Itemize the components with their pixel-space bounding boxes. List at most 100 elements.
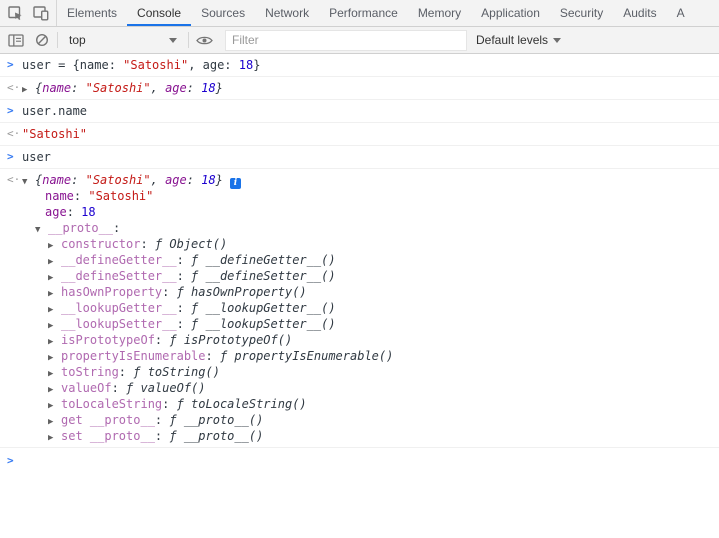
console-text: ƒ Object()	[155, 237, 227, 251]
console-text: ,	[151, 173, 165, 187]
collapse-arrow-icon[interactable]: ▼	[22, 174, 35, 190]
tab-sources[interactable]: Sources	[191, 0, 255, 26]
console-text: "Satoshi"	[88, 189, 153, 203]
tab-audits[interactable]: Audits	[613, 0, 666, 26]
console-text: ƒ __defineSetter__()	[191, 269, 336, 283]
chevron-down-icon	[169, 38, 177, 43]
console-text: :	[112, 381, 126, 395]
filter-input[interactable]	[225, 30, 467, 51]
console-text: "Satoshi"	[86, 81, 151, 95]
input-marker-icon: >	[7, 149, 14, 165]
console-text: :	[162, 397, 176, 411]
console-text: ƒ __defineGetter__()	[191, 253, 336, 267]
console-row: ▶hasOwnProperty: ƒ hasOwnProperty()	[0, 284, 719, 300]
console-text: name	[42, 81, 71, 95]
tab-network[interactable]: Network	[255, 0, 319, 26]
tab-performance[interactable]: Performance	[319, 0, 408, 26]
console-text: :	[71, 173, 85, 187]
console-row: user	[0, 149, 719, 165]
console-text: :	[206, 349, 220, 363]
console-row: user.name	[0, 103, 719, 119]
console-text: ƒ toLocaleString()	[177, 397, 307, 411]
separator	[188, 32, 189, 48]
console-text: :	[177, 317, 191, 331]
console-sidebar-icon[interactable]	[3, 27, 29, 53]
console-text: toString	[61, 365, 119, 379]
console-text: "Satoshi"	[86, 173, 151, 187]
console-input[interactable]: >	[0, 448, 719, 457]
console-entry: >user.name	[0, 100, 719, 123]
chevron-down-icon	[553, 38, 561, 43]
console-text: ƒ valueOf()	[126, 381, 205, 395]
tab-elements[interactable]: Elements	[57, 0, 127, 26]
console-text: ƒ __proto__()	[169, 429, 263, 443]
console-text: propertyIsEnumerable	[61, 349, 206, 363]
console-text: 18	[239, 58, 253, 72]
console-text: constructor	[61, 237, 140, 251]
result-marker-icon: <·	[7, 126, 20, 142]
console-text: }	[253, 58, 260, 72]
tab-memory[interactable]: Memory	[408, 0, 471, 26]
console-text: :	[67, 205, 81, 219]
console-log: > user = {name: "Satoshi", age: 18} <·▶{na…	[0, 54, 719, 448]
console-text: }	[216, 173, 223, 187]
console-entry: <·▶{name: "Satoshi", age: 18}	[0, 77, 719, 100]
console-row: ▶__defineSetter__: ƒ __defineSetter__()	[0, 268, 719, 284]
expand-arrow-icon[interactable]: ▶	[22, 82, 35, 98]
console-text: 18	[81, 205, 95, 219]
console-text: toLocaleString	[61, 397, 162, 411]
console-text: :	[187, 173, 201, 187]
separator	[57, 32, 58, 48]
live-expression-eye-icon[interactable]	[191, 27, 217, 53]
console-row: ▶toLocaleString: ƒ toLocaleString()	[0, 396, 719, 412]
console-row: age: 18	[0, 204, 719, 220]
console-row: ▶set __proto__: ƒ __proto__()	[0, 428, 719, 444]
inspect-element-icon[interactable]	[2, 0, 28, 26]
tab-console[interactable]: Console	[127, 0, 191, 26]
console-text: age	[165, 173, 187, 187]
info-icon[interactable]: i	[230, 178, 241, 189]
console-text: ƒ propertyIsEnumerable()	[220, 349, 393, 363]
console-panel: > user = {name: "Satoshi", age: 18} <·▶{na…	[0, 54, 719, 457]
input-marker-icon: >	[7, 57, 14, 73]
console-text: "Satoshi"	[123, 58, 188, 72]
log-levels-label: Default levels	[476, 33, 548, 47]
console-text: "Satoshi"	[22, 127, 87, 141]
console-text: set __proto__	[61, 429, 155, 443]
console-text: :	[155, 333, 169, 347]
console-row: ▶__lookupSetter__: ƒ __lookupSetter__()	[0, 316, 719, 332]
console-row: name: "Satoshi"	[0, 188, 719, 204]
console-text: user = {name:	[22, 58, 123, 72]
console-text: ƒ toString()	[133, 365, 220, 379]
console-text: __proto__	[48, 221, 113, 235]
console-text: :	[71, 81, 85, 95]
log-levels-select[interactable]: Default levels	[467, 33, 570, 47]
console-text: __lookupSetter__	[61, 317, 177, 331]
console-text: :	[140, 237, 154, 251]
console-text: isPrototypeOf	[61, 333, 155, 347]
console-text: __defineGetter__	[61, 253, 177, 267]
console-text: :	[113, 221, 120, 235]
clear-console-icon[interactable]	[29, 27, 55, 53]
console-row: ▶constructor: ƒ Object()	[0, 236, 719, 252]
collapse-arrow-icon[interactable]: ▼	[35, 222, 48, 238]
console-text: :	[155, 413, 169, 427]
console-text: age	[45, 205, 67, 219]
tab-overflow-partial[interactable]: A	[667, 0, 695, 26]
console-text: ƒ __lookupSetter__()	[191, 317, 336, 331]
console-text: user.name	[22, 104, 87, 118]
tab-application[interactable]: Application	[471, 0, 550, 26]
console-row: ▶valueOf: ƒ valueOf()	[0, 380, 719, 396]
console-text: :	[187, 81, 201, 95]
console-text: get __proto__	[61, 413, 155, 427]
javascript-context-select[interactable]: top	[64, 30, 182, 50]
console-text: 18	[201, 173, 215, 187]
tab-security[interactable]: Security	[550, 0, 613, 26]
console-text: user	[22, 150, 51, 164]
console-text: :	[162, 285, 176, 299]
console-text: 18	[201, 81, 215, 95]
device-toolbar-icon[interactable]	[28, 0, 54, 26]
tabbar-tool-icons	[0, 0, 56, 26]
expand-arrow-icon[interactable]: ▶	[48, 430, 61, 446]
console-entry: >user = {name: "Satoshi", age: 18}	[0, 54, 719, 77]
